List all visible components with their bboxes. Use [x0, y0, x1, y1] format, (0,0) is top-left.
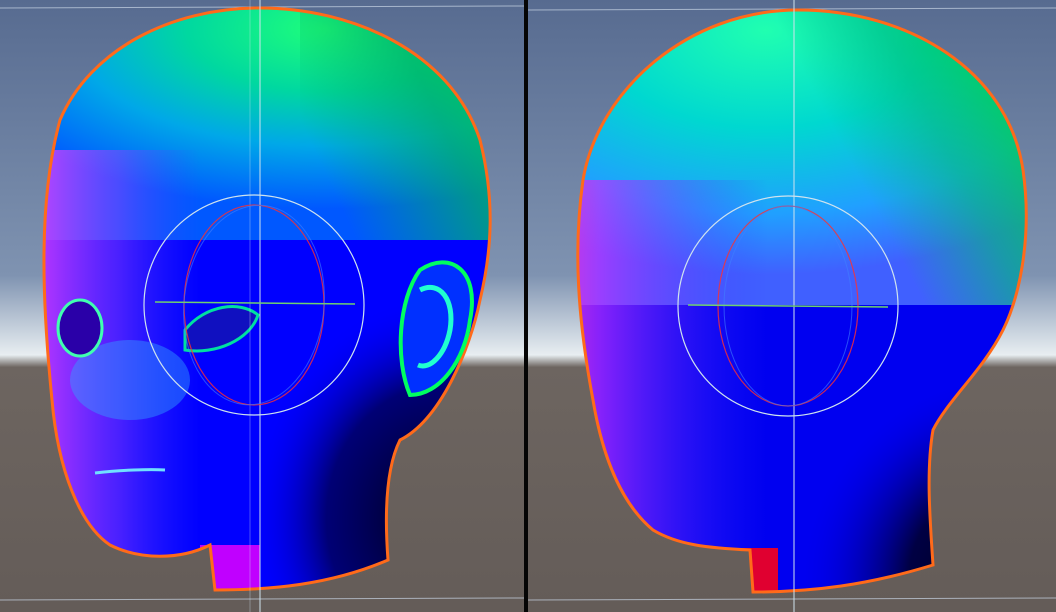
viewport-three-quarter[interactable] [0, 0, 524, 612]
viewport-side-canvas [528, 0, 1056, 612]
scene-view[interactable] [0, 0, 1056, 612]
viewport-three-quarter-canvas [0, 0, 524, 612]
viewport-side[interactable] [528, 0, 1056, 612]
left-eye [56, 298, 104, 358]
